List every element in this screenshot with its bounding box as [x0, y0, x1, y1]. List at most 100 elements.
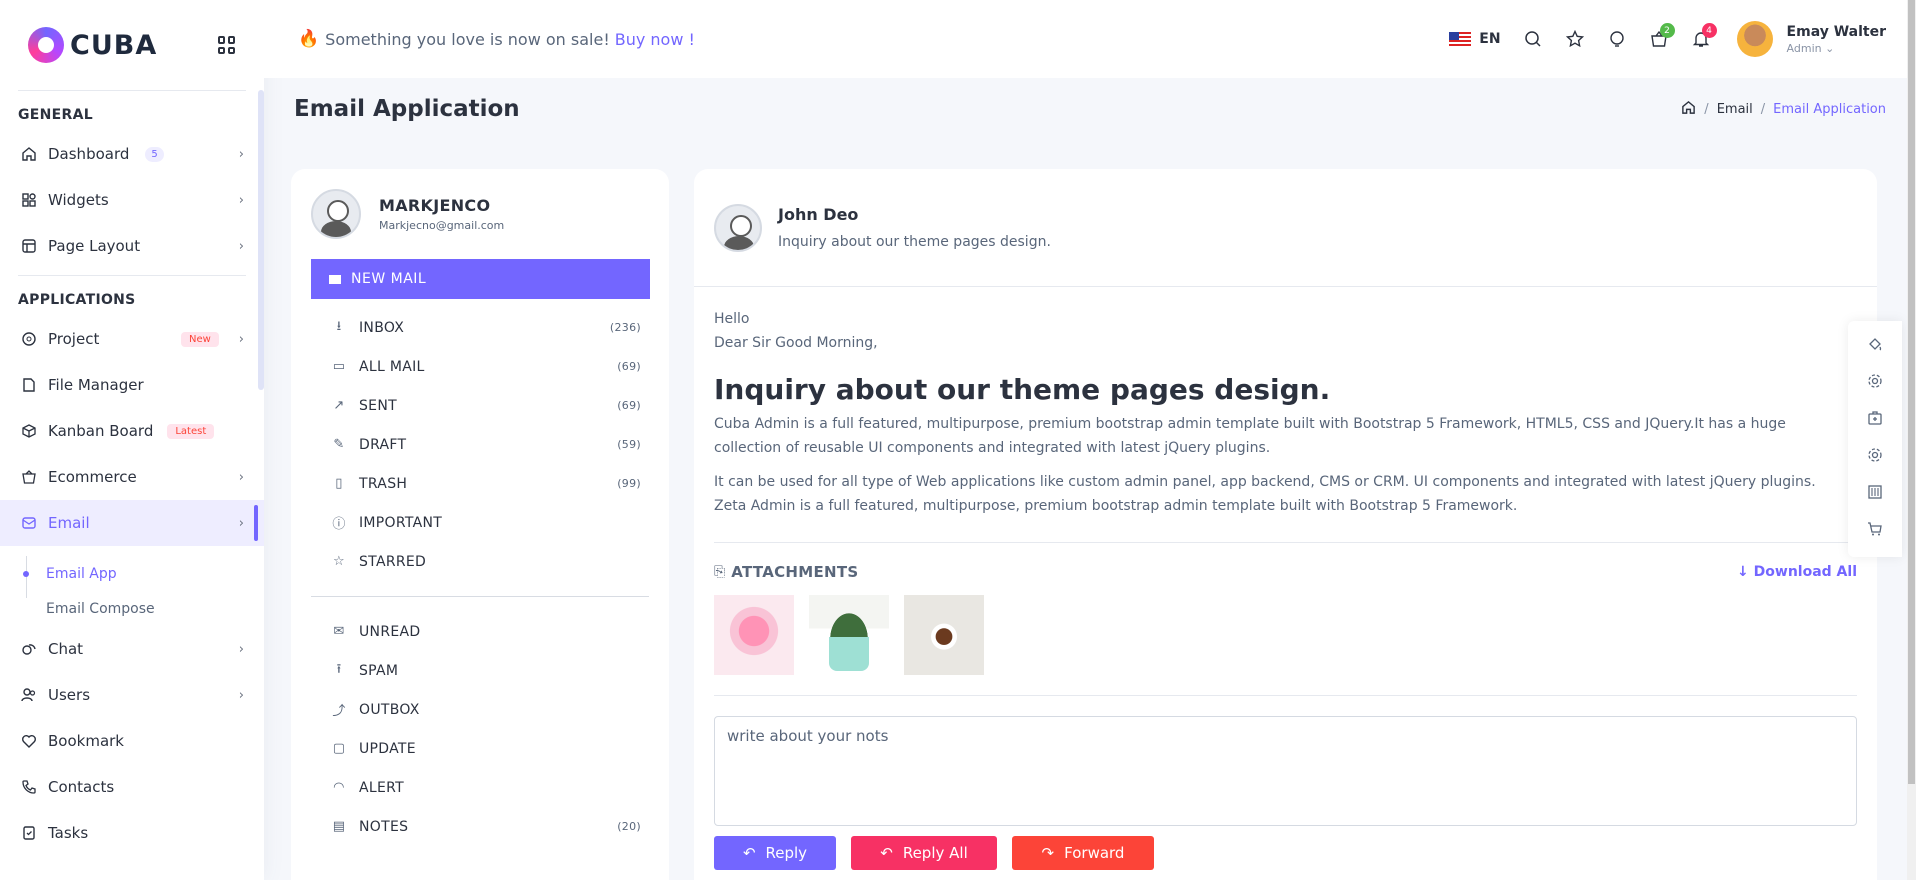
sidebar-item-label: Ecommerce: [48, 468, 137, 486]
sidebar-item-file-manager[interactable]: File Manager: [0, 362, 264, 408]
folder-count: (20): [617, 820, 641, 833]
chevron-right-icon: ›: [238, 515, 244, 531]
page-scrollbar[interactable]: [1907, 0, 1916, 880]
sidebar-item-users[interactable]: Users ›: [0, 672, 264, 718]
reply-button[interactable]: ↶ Reply: [714, 836, 836, 870]
forward-button[interactable]: ↷ Forward: [1012, 836, 1154, 870]
new-mail-button[interactable]: NEW MAIL: [311, 259, 650, 299]
sidebar-item-email[interactable]: Email ›: [0, 500, 264, 546]
folder-unread[interactable]: ✉ UNREAD: [311, 612, 649, 651]
home-icon[interactable]: [1681, 100, 1696, 119]
reply-all-button[interactable]: ↶ Reply All: [851, 836, 997, 870]
brand-logo-icon[interactable]: [28, 27, 64, 63]
sidebar-item-widgets[interactable]: Widgets ›: [0, 177, 264, 223]
sidebar-subitem-email-compose[interactable]: Email Compose: [46, 591, 264, 626]
folder-count: (99): [617, 477, 641, 490]
sidebar-item-contacts[interactable]: Contacts: [0, 764, 264, 810]
buy-now-link[interactable]: Buy now !: [615, 30, 695, 49]
folder-outbox[interactable]: ⤴ OUTBOX: [311, 690, 649, 729]
folder-important[interactable]: ⓘ IMPORTANT: [311, 503, 649, 542]
folder-draft[interactable]: ✎ DRAFT (59): [311, 425, 649, 464]
bell-icon[interactable]: 4: [1691, 23, 1717, 49]
divider: [714, 695, 1857, 696]
basket-icon: [20, 468, 38, 486]
reply-note-input[interactable]: [714, 716, 1857, 826]
calendar-icon: ▤: [332, 819, 346, 834]
sidebar-item-tasks[interactable]: Tasks: [0, 810, 264, 856]
breadcrumb-separator: /: [1760, 101, 1766, 117]
message-body: Hello Dear Sir Good Morning, Inquiry abo…: [694, 287, 1877, 870]
shopping-cart-icon[interactable]: [1866, 520, 1884, 538]
phone-icon: [20, 778, 38, 796]
sidebar-item-chat[interactable]: Chat ›: [0, 626, 264, 672]
sidebar-item-label: Kanban Board: [48, 422, 154, 440]
medical-kit-icon[interactable]: [1866, 409, 1884, 427]
folder-all-mail[interactable]: ▭ ALL MAIL (69): [311, 347, 649, 386]
section-title-general: GENERAL: [18, 107, 93, 123]
folder-label: TRASH: [359, 475, 408, 492]
cart-icon[interactable]: 2: [1649, 23, 1675, 49]
profile-name: Emay Walter: [1786, 23, 1886, 40]
dark-mode-icon[interactable]: [1607, 29, 1627, 49]
trash-icon: ▯: [335, 476, 343, 491]
brand-name[interactable]: CUBA: [70, 30, 157, 61]
sidebar-subitem-email-app[interactable]: Email App: [23, 556, 264, 591]
upload-icon: ⭱: [336, 661, 342, 677]
star-icon[interactable]: [1565, 29, 1585, 49]
sidebar-item-kanban[interactable]: Kanban Board Latest: [0, 408, 264, 454]
latest-badge: Latest: [167, 423, 215, 439]
breadcrumb-current: Email Application: [1773, 101, 1886, 117]
reply-all-label: Reply All: [902, 844, 968, 862]
folder-list-secondary: ✉ UNREAD ⭱ SPAM ⤴ OUTBOX ▢ UPDATE ◠ ALERT ▤ NO…: [311, 612, 649, 846]
sliders-icon[interactable]: [1866, 483, 1884, 501]
widgets-icon: [20, 191, 38, 209]
reply-label: Reply: [765, 844, 808, 862]
users-icon: [20, 686, 38, 704]
attachment-thumbnail[interactable]: [904, 595, 984, 675]
sender-subject: Inquiry about our theme pages design.: [778, 234, 1051, 250]
top-header: 🔥 Something you love is now on sale! Buy…: [264, 0, 1916, 78]
header-actions: EN 2 4 Emay Walter Admin ⌄: [1449, 21, 1886, 57]
grid-menu-icon[interactable]: [218, 36, 236, 54]
folder-alert[interactable]: ◠ ALERT: [311, 768, 649, 807]
download-all-link[interactable]: ↓ Download All: [1737, 564, 1857, 580]
attachment-list: [714, 595, 1857, 675]
folder-spam[interactable]: ⭱ SPAM: [311, 651, 649, 690]
folder-sent[interactable]: ↗ SENT (69): [311, 386, 649, 425]
folder-label: ALL MAIL: [359, 358, 425, 375]
sidebar-item-label: Dashboard: [48, 145, 130, 163]
sidebar-item-page-layout[interactable]: Page Layout ›: [0, 223, 264, 269]
sidebar-item-dashboard[interactable]: Dashboard 5 ›: [0, 131, 264, 177]
breadcrumb-email[interactable]: Email: [1717, 102, 1753, 117]
section-title-applications: APPLICATIONS: [18, 292, 136, 308]
folder-label: IMPORTANT: [359, 514, 443, 531]
folder-inbox[interactable]: ⭳ INBOX (236): [311, 308, 649, 347]
sidebar-item-project[interactable]: Project New ›: [0, 316, 264, 362]
sidebar: CUBA GENERAL Dashboard 5 › Widgets › Pag…: [0, 0, 264, 880]
search-icon[interactable]: [1523, 29, 1543, 49]
layout-icon: [20, 237, 38, 255]
folder-update[interactable]: ▢ UPDATE: [311, 729, 649, 768]
attachments-title: ATTACHMENTS: [731, 563, 859, 581]
folder-count: (236): [609, 321, 641, 334]
folder-count: (69): [617, 360, 641, 373]
sidebar-item-ecommerce[interactable]: Ecommerce ›: [0, 454, 264, 500]
language-selector[interactable]: EN: [1449, 31, 1501, 47]
us-flag-icon: [1449, 31, 1472, 47]
folder-notes[interactable]: ▤ NOTES (20): [311, 807, 649, 846]
attachment-thumbnail[interactable]: [714, 595, 794, 675]
sidebar-item-label: Email: [48, 514, 90, 532]
user-profile-menu[interactable]: Emay Walter Admin ⌄: [1736, 21, 1886, 57]
sidebar-item-label: Page Layout: [48, 237, 141, 255]
folder-label: SENT: [359, 397, 397, 414]
folder-starred[interactable]: ☆ STARRED: [311, 542, 649, 581]
gear-icon[interactable]: [1866, 372, 1884, 390]
folder-icon: ▭: [332, 359, 346, 374]
settings-icon[interactable]: [1866, 446, 1884, 464]
new-badge: New: [180, 331, 219, 347]
attachment-thumbnail[interactable]: [809, 595, 889, 675]
paint-bucket-icon[interactable]: [1866, 335, 1884, 353]
sidebar-item-bookmark[interactable]: Bookmark: [0, 718, 264, 764]
sender-name: John Deo: [778, 205, 859, 224]
folder-trash[interactable]: ▯ TRASH (99): [311, 464, 649, 503]
